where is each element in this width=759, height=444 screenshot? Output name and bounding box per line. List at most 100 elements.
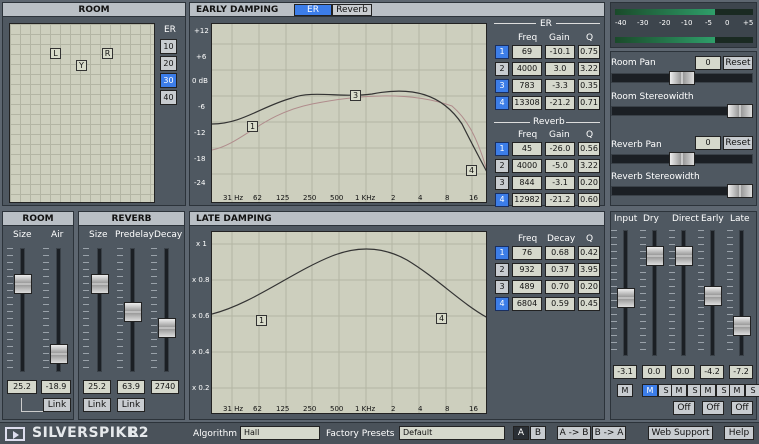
mixer-fader-input[interactable] [617,288,635,308]
er-gain-value[interactable]: -21.2 [545,96,575,110]
reverb-pan-reset-button[interactable]: Reset [723,136,753,150]
er-gain-value[interactable]: -10.1 [545,45,575,59]
late-band-toggle[interactable]: 1 [495,246,509,260]
reverb-band-toggle[interactable]: 4 [495,193,509,207]
reverb-size-slider[interactable] [91,274,109,294]
reverb-link-button-2[interactable]: Link [117,398,145,412]
reverb-gain-value[interactable]: -21.2 [545,193,575,207]
room-link-button[interactable]: Link [43,398,71,412]
reverb-gain-value[interactable]: -26.0 [545,142,575,156]
off-button[interactable]: Off [731,401,753,415]
reverb-band-toggle[interactable]: 2 [495,159,509,173]
reverb-pan-value[interactable]: 0 [695,136,721,150]
reverb-gain-value[interactable]: -5.0 [545,159,575,173]
er-band-toggle[interactable]: 1 [495,45,509,59]
late-q-value[interactable]: 0.42 [578,246,600,260]
er-button-30[interactable]: 30 [160,73,177,88]
off-button[interactable]: Off [673,401,695,415]
early-band-marker-4[interactable]: 4 [466,165,477,176]
early-band-marker-1[interactable]: 1 [247,121,258,132]
er-q-value[interactable]: 0.75 [578,45,600,59]
late-decay-value[interactable]: 0.68 [545,246,575,260]
late-freq-value[interactable]: 489 [512,280,542,294]
mixer-value-dry[interactable]: 0.0 [642,365,666,379]
er-gain-value[interactable]: -3.3 [545,79,575,93]
mute-button[interactable]: M [671,384,687,397]
reverb-gain-value[interactable]: -3.1 [545,176,575,190]
mixer-fader-track[interactable] [739,230,744,356]
reverb-size-track[interactable] [97,248,102,372]
er-gain-value[interactable]: 3.0 [545,62,575,76]
mixer-value-input[interactable]: -3.1 [613,365,637,379]
room-size-track[interactable] [20,248,25,372]
late-q-value[interactable]: 0.45 [578,297,600,311]
er-q-value[interactable]: 0.71 [578,96,600,110]
early-band-marker-3[interactable]: 3 [350,90,361,101]
reverb-link-button-1[interactable]: Link [83,398,111,412]
reverb-freq-value[interactable]: 45 [512,142,542,156]
reverb-decay-track[interactable] [164,248,169,372]
preset-b-button[interactable]: B [530,426,546,440]
reverb-freq-value[interactable]: 4000 [512,159,542,173]
reverb-decay-value[interactable]: 2740 [151,380,179,394]
late-q-value[interactable]: 3.95 [578,263,600,277]
help-button[interactable]: Help [724,426,754,440]
room-pan-value[interactable]: 0 [695,56,721,70]
room-size-value[interactable]: 25.2 [7,380,37,394]
copy-b-to-a-button[interactable]: B -> A [592,426,626,440]
early-eq-graph[interactable]: 1 3 4 [211,23,487,203]
tab-er[interactable]: ER [294,4,332,16]
er-band-toggle[interactable]: 2 [495,62,509,76]
reverb-pan-slider[interactable] [669,152,695,166]
er-band-toggle[interactable]: 4 [495,96,509,110]
late-band-toggle[interactable]: 4 [495,297,509,311]
late-q-value[interactable]: 0.20 [578,280,600,294]
input-mono-button[interactable]: M [617,384,633,397]
mixer-value-direct[interactable]: 0.0 [671,365,695,379]
tab-reverb[interactable]: Reverb [332,4,372,16]
late-decay-value[interactable]: 0.70 [545,280,575,294]
reverb-q-value[interactable]: 0.20 [578,176,600,190]
room-marker-right[interactable]: R [102,48,113,59]
er-freq-value[interactable]: 783 [512,79,542,93]
room-air-value[interactable]: -18.9 [41,380,71,394]
late-freq-value[interactable]: 6804 [512,297,542,311]
late-decay-value[interactable]: 0.59 [545,297,575,311]
off-button[interactable]: Off [702,401,724,415]
room-size-slider[interactable] [14,274,32,294]
room-position-pad[interactable]: L R Y [9,23,155,203]
web-support-button[interactable]: Web Support [648,426,713,440]
room-marker-left[interactable]: L [50,48,61,59]
er-freq-value[interactable]: 13308 [512,96,542,110]
late-band-toggle[interactable]: 2 [495,263,509,277]
reverb-stereowidth-slider[interactable] [727,184,753,198]
preset-a-button[interactable]: A [513,426,529,440]
er-q-value[interactable]: 0.35 [578,79,600,93]
mute-button[interactable]: M [729,384,745,397]
late-decay-graph[interactable]: 1 4 [211,231,487,414]
reverb-q-value[interactable]: 0.60 [578,193,600,207]
reverb-band-toggle[interactable]: 3 [495,176,509,190]
mixer-fader-early[interactable] [704,286,722,306]
reverb-band-toggle[interactable]: 1 [495,142,509,156]
room-marker-listener[interactable]: Y [76,60,87,71]
er-button-20[interactable]: 20 [160,56,177,71]
reverb-freq-value[interactable]: 12982 [512,193,542,207]
solo-button[interactable]: S [745,384,759,397]
late-freq-value[interactable]: 932 [512,263,542,277]
er-freq-value[interactable]: 4000 [512,62,542,76]
late-freq-value[interactable]: 76 [512,246,542,260]
er-button-40[interactable]: 40 [160,90,177,105]
late-band-toggle[interactable]: 3 [495,280,509,294]
er-freq-value[interactable]: 69 [512,45,542,59]
reverb-predelay-slider[interactable] [124,302,142,322]
mute-button[interactable]: M [642,384,658,397]
late-band-marker-1[interactable]: 1 [256,315,267,326]
er-band-toggle[interactable]: 3 [495,79,509,93]
preset-select[interactable]: Default [399,426,505,440]
reverb-predelay-value[interactable]: 63.9 [117,380,145,394]
mixer-fader-dry[interactable] [646,246,664,266]
mixer-value-early[interactable]: -4.2 [700,365,724,379]
reverb-q-value[interactable]: 0.56 [578,142,600,156]
room-pan-reset-button[interactable]: Reset [723,56,753,70]
